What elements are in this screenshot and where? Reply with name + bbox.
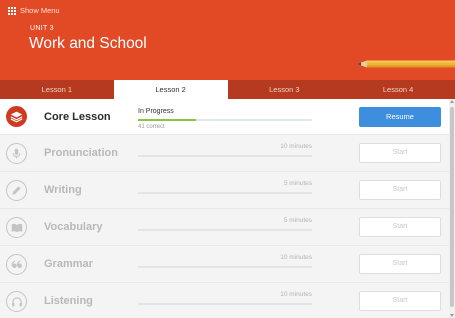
progress-bar-fill xyxy=(138,119,196,121)
activity-row-grammar: Grammar 10 minutes Start xyxy=(0,246,449,283)
progress-bar xyxy=(138,119,312,121)
vertical-scrollbar[interactable] xyxy=(449,99,455,318)
tab-lesson-2[interactable]: Lesson 2 xyxy=(113,80,228,99)
activity-row-vocabulary: Vocabulary 5 minutes Start xyxy=(0,209,449,246)
scrollbar-thumb[interactable] xyxy=(450,107,454,307)
activity-row-core-lesson: Core Lesson In Progress 41 correct Resum… xyxy=(0,99,449,135)
start-button[interactable]: Start xyxy=(359,143,441,163)
progress-bar xyxy=(138,192,312,194)
tab-lesson-4[interactable]: Lesson 4 xyxy=(341,80,455,99)
activity-title: Writing xyxy=(44,184,82,196)
unit-header: Show Menu UNIT 3 Work and School xyxy=(0,0,455,80)
activity-row-writing: Writing 5 minutes Start xyxy=(0,172,449,209)
activity-title: Pronunciation xyxy=(44,147,118,159)
pencil-icon xyxy=(6,180,27,201)
activity-score: 41 correct xyxy=(138,124,165,130)
pencil-illustration xyxy=(357,60,455,68)
start-button[interactable]: Start xyxy=(359,217,441,237)
lesson-tabs: Lesson 1 Lesson 2 Lesson 3 Lesson 4 xyxy=(0,80,455,99)
resume-button[interactable]: Resume xyxy=(359,107,441,127)
tab-lesson-3[interactable]: Lesson 3 xyxy=(228,80,342,99)
activity-duration: 10 minutes xyxy=(280,254,312,261)
grid-menu-icon xyxy=(8,6,16,15)
activity-status: In Progress xyxy=(138,108,174,115)
scroll-down-arrow-icon[interactable] xyxy=(450,314,454,317)
headphones-icon xyxy=(6,291,27,312)
tab-lesson-1[interactable]: Lesson 1 xyxy=(0,80,114,99)
activity-title: Core Lesson xyxy=(44,111,111,123)
activity-duration: 5 minutes xyxy=(283,217,312,224)
activity-row-pronunciation: Pronunciation 10 minutes Start xyxy=(0,135,449,172)
start-button[interactable]: Start xyxy=(359,180,441,200)
start-button[interactable]: Start xyxy=(359,291,441,311)
activity-duration: 10 minutes xyxy=(280,291,312,298)
activity-title: Vocabulary xyxy=(44,221,103,233)
progress-bar xyxy=(138,303,312,305)
activity-duration: 10 minutes xyxy=(280,143,312,150)
activity-duration: 5 minutes xyxy=(283,180,312,187)
show-menu-label: Show Menu xyxy=(20,6,60,15)
start-button[interactable]: Start xyxy=(359,254,441,274)
layers-icon xyxy=(6,106,27,127)
activity-row-listening: Listening 10 minutes Start xyxy=(0,283,449,318)
progress-bar xyxy=(138,229,312,231)
scroll-up-arrow-icon[interactable] xyxy=(450,100,454,103)
show-menu-button[interactable]: Show Menu xyxy=(8,6,60,15)
unit-title: Work and School xyxy=(29,35,147,52)
quote-icon xyxy=(6,254,27,275)
activity-title: Listening xyxy=(44,295,93,307)
progress-bar xyxy=(138,266,312,268)
book-icon xyxy=(6,217,27,238)
unit-number: UNIT 3 xyxy=(30,25,54,32)
microphone-icon xyxy=(6,143,27,164)
activity-list: Core Lesson In Progress 41 correct Resum… xyxy=(0,99,449,318)
activity-title: Grammar xyxy=(44,258,93,270)
progress-bar xyxy=(138,155,312,157)
